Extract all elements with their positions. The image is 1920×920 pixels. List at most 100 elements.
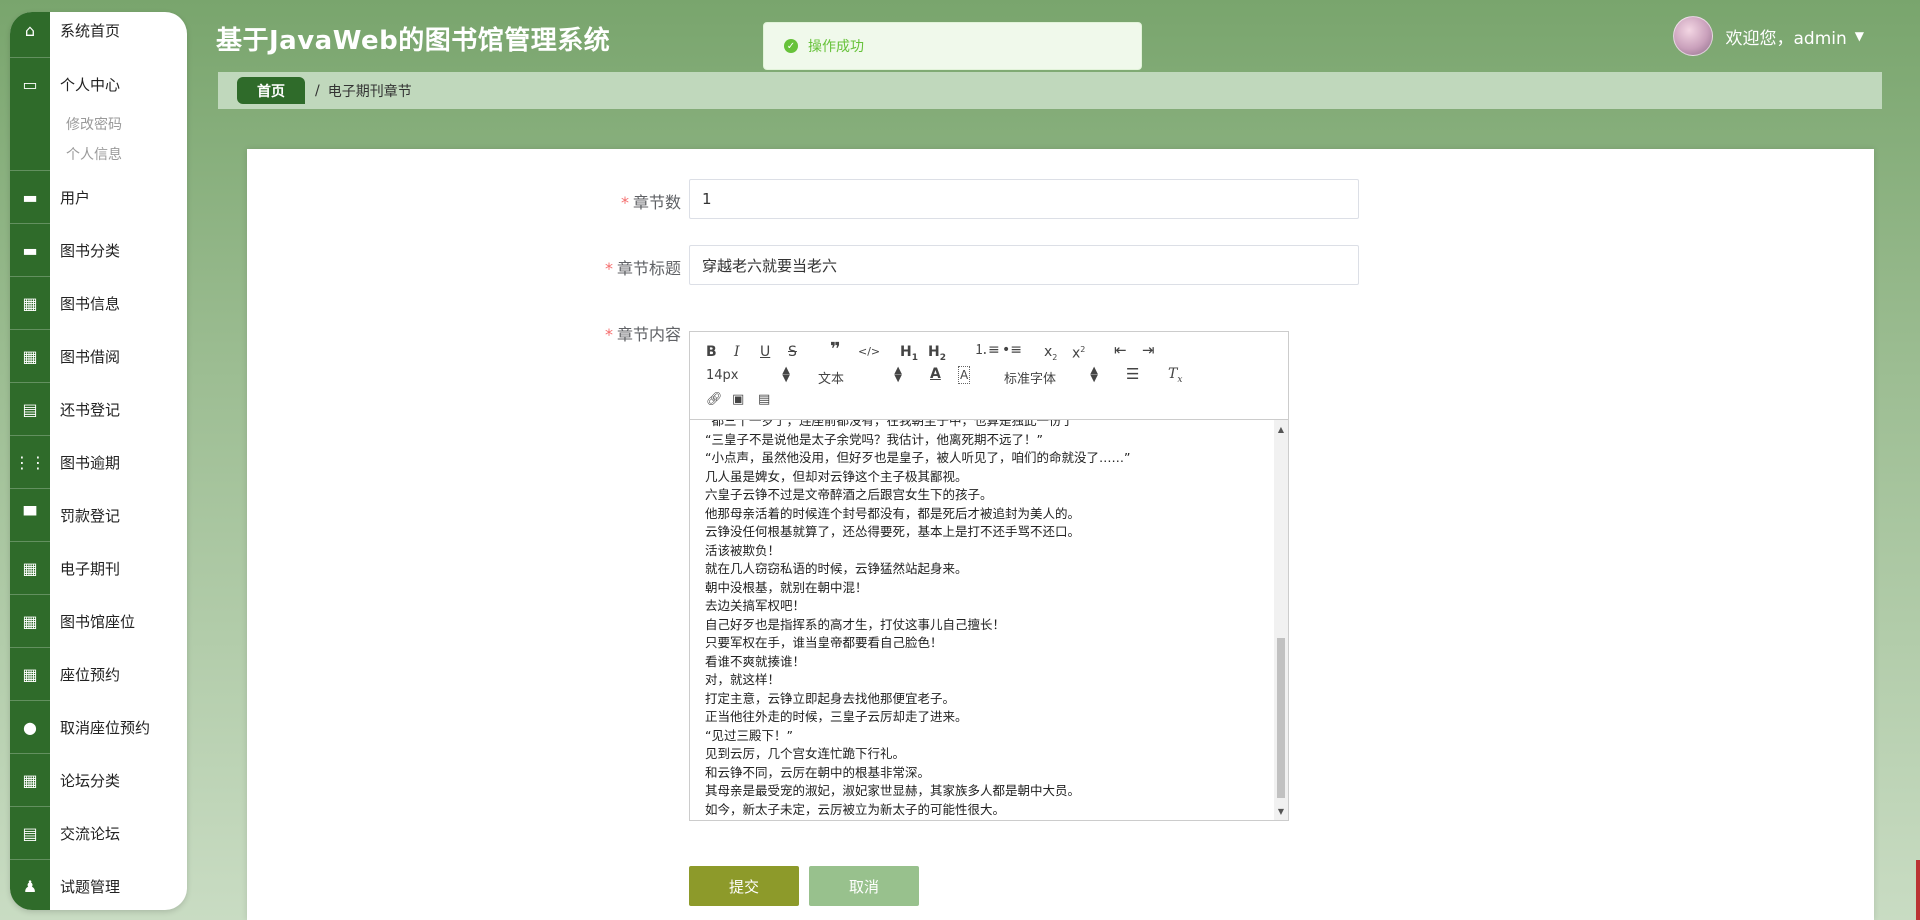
- sidebar-item-label: 取消座位预约: [60, 718, 151, 737]
- editor-scrollbar[interactable]: ▲ ▼: [1274, 420, 1288, 820]
- sidebar-item-15[interactable]: ♟ 试题管理: [10, 871, 187, 901]
- bullet-list-icon[interactable]: •≡: [1002, 342, 1022, 358]
- editor-line: 几人虽是婢女，但却对云铮这个主子极其鄙视。: [705, 468, 968, 484]
- grid-icon: ▦: [22, 611, 38, 631]
- sidebar-item-label: 图书分类: [60, 241, 121, 260]
- sidebar-item-label: 图书逾期: [60, 453, 121, 472]
- editor-line: 如今，新太子未定，云厉被立为新太子的可能性很大。: [705, 801, 1006, 817]
- edge-marker: [1916, 860, 1920, 920]
- sidebar-item-label: 用户: [60, 188, 91, 207]
- rail-divider: [10, 223, 50, 224]
- strikethrough-icon[interactable]: S: [788, 344, 797, 360]
- printer-icon: ▀: [23, 505, 37, 525]
- bold-icon[interactable]: B: [706, 344, 717, 360]
- user-menu[interactable]: 欢迎您，admin ▼: [1673, 16, 1864, 56]
- avatar[interactable]: [1673, 16, 1714, 56]
- sidebar-item-1[interactable]: ▭ 个人中心: [10, 69, 187, 99]
- sidebar-item-7[interactable]: ⋮⋮ 图书逾期: [10, 447, 187, 477]
- sidebar-item-8[interactable]: ▀ 罚款登记: [10, 500, 187, 530]
- select-arrows-icon: ▲ ▼: [782, 365, 790, 384]
- sidebar-item-4[interactable]: ▦ 图书信息: [10, 288, 187, 318]
- briefcase-icon: ▬: [22, 187, 38, 207]
- sidebar-item-label: 系统首页: [60, 21, 121, 40]
- sidebar-item-13[interactable]: ▦ 论坛分类: [10, 765, 187, 795]
- indent-icon[interactable]: ⇥: [1142, 342, 1155, 358]
- submit-button[interactable]: 提交: [689, 866, 799, 906]
- editor-line: 其母亲是最受宠的淑妃，淑妃家世显赫，其家族多人都是朝中大员。: [705, 783, 1081, 798]
- chapter-content-label: * 章节内容: [604, 325, 681, 344]
- heading-2-icon[interactable]: H2: [928, 344, 946, 366]
- image-icon[interactable]: ▣: [732, 392, 744, 408]
- rail-divider: [10, 329, 50, 330]
- sidebar-subitem-profile[interactable]: 个人信息: [66, 144, 122, 164]
- scroll-down-icon[interactable]: ▼: [1274, 804, 1288, 818]
- user-icon: ♟: [22, 876, 38, 896]
- rail-divider: [10, 806, 50, 807]
- sidebar-item-3[interactable]: ▬ 图书分类: [10, 235, 187, 265]
- wallet-icon: ▭: [22, 74, 38, 94]
- code-block-icon[interactable]: </>: [858, 344, 880, 360]
- sidebar-item-9[interactable]: ▦ 电子期刊: [10, 553, 187, 583]
- form-panel: * 章节数 1 * 章节标题 穿越老六就要当老六 * 章节内容 B I U S ❞ <…: [247, 149, 1874, 920]
- heading-1-icon[interactable]: H1: [900, 344, 918, 366]
- editor-line: 六皇子云铮不过是文帝醉酒之后跟宫女生下的孩子。: [705, 487, 993, 502]
- align-icon[interactable]: ☰: [1126, 366, 1139, 382]
- underline-icon[interactable]: U: [760, 344, 770, 360]
- sidebar-item-12[interactable]: ● 取消座位预约: [10, 712, 187, 742]
- success-toast: ✓ 操作成功: [763, 22, 1142, 70]
- rail-divider: [10, 541, 50, 542]
- font-family-select[interactable]: 标准字体 ▲ ▼: [1004, 365, 1098, 388]
- select-arrows-icon: ▲ ▼: [894, 365, 902, 384]
- editor-content[interactable]: “都三十一岁了，连座前都没有，在我朝至于中，也算是独此一份了” “三皇子不是说他是…: [690, 420, 1275, 820]
- font-size-select[interactable]: 14px ▲ ▼: [706, 365, 790, 384]
- header-select[interactable]: 文本 ▲ ▼: [818, 365, 902, 388]
- outdent-icon[interactable]: ⇤: [1114, 342, 1127, 358]
- sidebar-item-label: 论坛分类: [60, 771, 121, 790]
- grid-icon: ▦: [22, 558, 38, 578]
- sidebar-item-2[interactable]: ▬ 用户: [10, 182, 187, 212]
- rail-divider: [10, 382, 50, 383]
- rail-divider: [10, 488, 50, 489]
- link-icon[interactable]: 🔗︎: [706, 392, 723, 408]
- editor-toolbar: B I U S ❞ </> H1 H2 ⒈≡ •≡ x2 x2 ⇤ ⇥ 14px…: [690, 332, 1288, 420]
- rich-text-editor[interactable]: B I U S ❞ </> H1 H2 ⒈≡ •≡ x2 x2 ⇤ ⇥ 14px…: [689, 331, 1289, 821]
- editor-line: “见过三殿下！”: [705, 727, 793, 743]
- subscript-icon[interactable]: x2: [1044, 344, 1057, 366]
- rail-divider: [10, 647, 50, 648]
- editor-line: 见到云厉，几个宫女连忙跪下行礼。: [705, 746, 906, 761]
- rail-divider: [10, 57, 50, 58]
- sidebar-item-label: 座位预约: [60, 665, 121, 684]
- scrollbar-thumb[interactable]: [1277, 638, 1285, 798]
- breadcrumb-current: 电子期刊章节: [327, 83, 412, 100]
- rail-divider: [10, 276, 50, 277]
- superscript-icon[interactable]: x2: [1072, 342, 1085, 362]
- sidebar-subitem-change-password[interactable]: 修改密码: [66, 114, 122, 134]
- video-icon[interactable]: ▤: [758, 392, 770, 408]
- sidebar-item-14[interactable]: ▤ 交流论坛: [10, 818, 187, 848]
- ordered-list-icon[interactable]: ⒈≡: [974, 342, 1000, 358]
- sidebar-item-label: 罚款登记: [60, 506, 121, 525]
- chapter-title-label: * 章节标题: [604, 259, 681, 278]
- clear-format-icon[interactable]: Tx: [1168, 366, 1182, 388]
- user-greeting[interactable]: 欢迎您，admin: [1725, 24, 1846, 49]
- sidebar-item-10[interactable]: ▦ 图书馆座位: [10, 606, 187, 636]
- cancel-button[interactable]: 取消: [809, 866, 919, 906]
- chapter-no-label: * 章节数: [620, 193, 681, 212]
- sidebar-item-5[interactable]: ▦ 图书借阅: [10, 341, 187, 371]
- chapter-no-input[interactable]: 1: [689, 179, 1359, 219]
- required-mark: *: [604, 259, 613, 278]
- caret-down-icon[interactable]: ▼: [1855, 29, 1864, 43]
- chapter-title-input[interactable]: 穿越老六就要当老六: [689, 245, 1359, 285]
- background-color-icon[interactable]: A: [958, 366, 971, 384]
- scroll-up-icon[interactable]: ▲: [1274, 422, 1288, 436]
- breadcrumb-home[interactable]: 首页: [237, 77, 305, 104]
- italic-icon[interactable]: I: [734, 344, 740, 360]
- rail-divider: [10, 859, 50, 860]
- sidebar-item-6[interactable]: ▤ 还书登记: [10, 394, 187, 424]
- sidebar-item-0[interactable]: ⌂ 系统首页: [10, 15, 187, 45]
- briefcase-icon: ▬: [22, 240, 38, 260]
- font-color-icon[interactable]: A: [930, 366, 941, 382]
- sidebar-item-11[interactable]: ▦ 座位预约: [10, 659, 187, 689]
- select-arrows-icon: ▲ ▼: [1090, 365, 1098, 384]
- blockquote-icon[interactable]: ❞: [830, 341, 841, 359]
